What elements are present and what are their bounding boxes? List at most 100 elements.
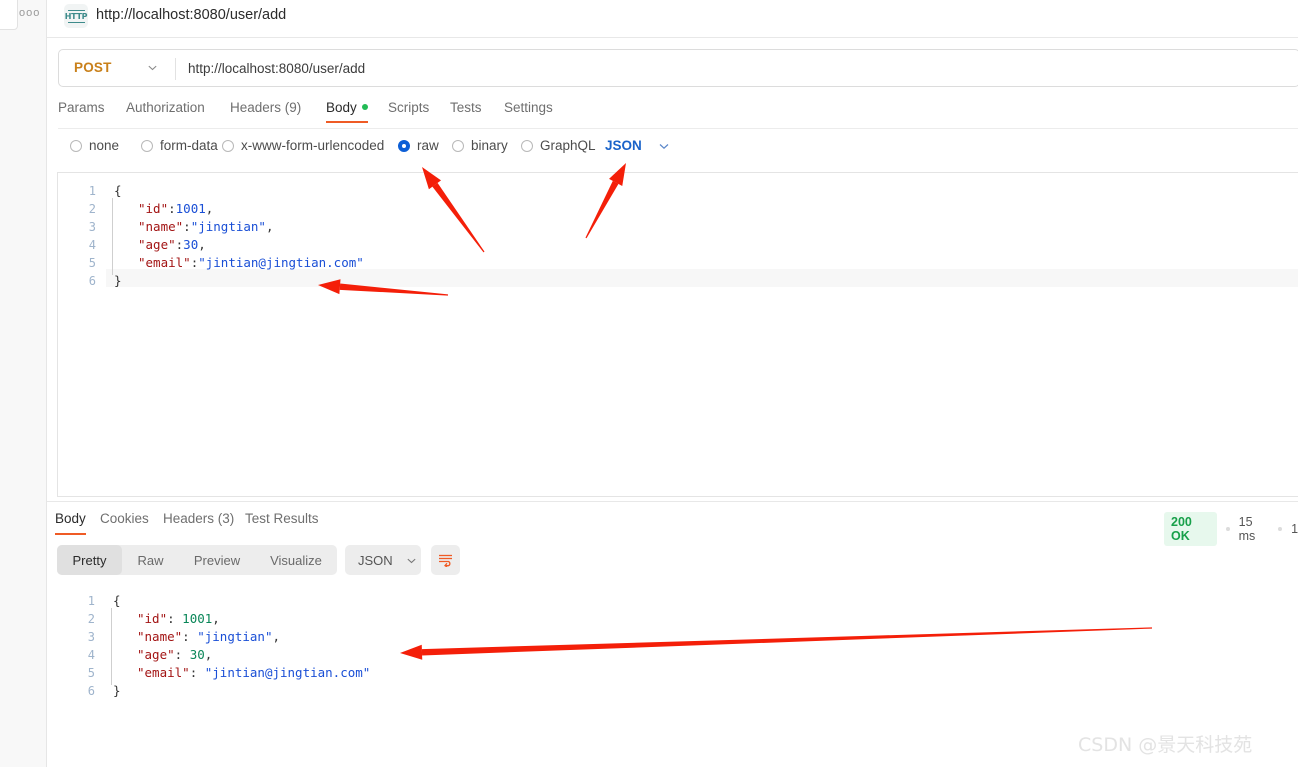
code-token: "email" bbox=[137, 665, 190, 680]
url-bar: POST http://localhost:8080/user/add bbox=[58, 49, 1298, 87]
radio-icon[interactable] bbox=[70, 139, 82, 152]
request-tab-settings[interactable]: Settings bbox=[504, 100, 553, 115]
request-body-editor[interactable]: 123456 {"id":1001, "name":"jingtian", "age… bbox=[57, 172, 1298, 497]
tab-label: Body bbox=[55, 511, 86, 526]
response-tab-cookies[interactable]: Cookies bbox=[100, 511, 149, 526]
response-tab-test-results[interactable]: Test Results bbox=[245, 511, 319, 526]
view-mode-pretty[interactable]: Pretty bbox=[57, 545, 122, 575]
code-token: , bbox=[204, 647, 213, 662]
code-line: { bbox=[113, 592, 121, 610]
body-format-selector[interactable]: JSON bbox=[605, 138, 670, 153]
tab-label: Tests bbox=[450, 100, 482, 115]
line-number: 5 bbox=[88, 256, 96, 270]
response-format-selector[interactable]: JSON bbox=[345, 545, 421, 575]
radio-icon[interactable] bbox=[521, 139, 533, 152]
header-divider bbox=[47, 37, 1298, 38]
tab-label: Headers (9) bbox=[230, 100, 302, 115]
chevron-down-icon[interactable] bbox=[147, 62, 158, 73]
code-line: "age": 30, bbox=[137, 646, 212, 664]
body-type-form-data[interactable]: form-data bbox=[141, 138, 218, 153]
code-line: "email":"jintian@jingtian.com" bbox=[138, 254, 364, 272]
code-line: } bbox=[114, 272, 122, 290]
response-divider bbox=[47, 501, 1298, 502]
request-tab-headers-9[interactable]: Headers (9) bbox=[230, 100, 301, 115]
code-token: "age" bbox=[137, 647, 175, 662]
code-token: 1001 bbox=[182, 611, 213, 626]
code-token: "jintian@jingtian.com" bbox=[204, 665, 371, 680]
body-format-label: JSON bbox=[605, 138, 642, 153]
body-type-label: form-data bbox=[160, 138, 218, 153]
code-token: "jingtian" bbox=[190, 219, 266, 234]
radio-icon[interactable] bbox=[141, 139, 153, 152]
tab-title[interactable]: http://localhost:8080/user/add bbox=[96, 7, 286, 23]
response-tab-body[interactable]: Body bbox=[55, 511, 86, 535]
request-tab-params[interactable]: Params bbox=[58, 100, 105, 115]
code-token: 30 bbox=[183, 237, 199, 252]
code-line: } bbox=[113, 682, 121, 700]
body-type-graphql[interactable]: GraphQL bbox=[521, 138, 596, 153]
body-type-raw[interactable]: raw bbox=[398, 138, 439, 153]
tab-label: Body bbox=[326, 100, 357, 115]
radio-icon[interactable] bbox=[452, 139, 464, 152]
request-tab-scripts[interactable]: Scripts bbox=[388, 100, 429, 115]
line-number: 4 bbox=[88, 238, 96, 252]
chevron-down-icon bbox=[659, 143, 669, 149]
active-tab-underline bbox=[55, 533, 86, 535]
code-token: "name" bbox=[137, 629, 183, 644]
method-selector[interactable]: POST bbox=[74, 60, 112, 75]
wrap-lines-button[interactable] bbox=[431, 545, 460, 575]
code-token: , bbox=[265, 219, 274, 234]
code-token: 1001 bbox=[175, 201, 206, 216]
tab-label: Params bbox=[58, 100, 105, 115]
body-type-none[interactable]: none bbox=[70, 138, 119, 153]
request-tab-header: HTTP http://localhost:8080/user/add bbox=[47, 0, 1298, 38]
body-type-label: none bbox=[89, 138, 120, 153]
view-mode-visualize[interactable]: Visualize bbox=[255, 545, 337, 575]
code-token: , bbox=[205, 201, 214, 216]
body-type-x-www-form-urlencoded[interactable]: x-www-form-urlencoded bbox=[222, 138, 384, 153]
status-separator-dot-2 bbox=[1278, 527, 1283, 531]
line-number: 1 bbox=[87, 594, 95, 608]
code-token: , bbox=[272, 629, 281, 644]
code-token: , bbox=[212, 611, 220, 626]
line-number: 2 bbox=[88, 202, 96, 216]
body-type-label: binary bbox=[471, 138, 508, 153]
code-token: : bbox=[167, 611, 183, 626]
code-token: "name" bbox=[138, 219, 184, 234]
radio-icon[interactable] bbox=[222, 139, 234, 152]
view-mode-preview[interactable]: Preview bbox=[179, 545, 255, 575]
code-fold-line bbox=[111, 608, 112, 685]
line-number: 3 bbox=[88, 220, 96, 234]
code-line: "name": "jingtian", bbox=[137, 628, 280, 646]
left-sidebar: ooo bbox=[0, 0, 47, 767]
radio-icon[interactable] bbox=[398, 139, 410, 152]
postman-window: ooo HTTP http://localhost:8080/user/add … bbox=[0, 0, 1298, 767]
code-token: : bbox=[182, 629, 198, 644]
tab-label: Authorization bbox=[126, 100, 205, 115]
body-type-label: GraphQL bbox=[540, 138, 596, 153]
request-tab-body[interactable]: Body bbox=[326, 100, 368, 123]
tab-label: Headers (3) bbox=[163, 511, 235, 526]
code-token: : bbox=[174, 647, 190, 662]
wrap-lines-icon bbox=[439, 554, 452, 567]
response-status: 200 OK 15 ms 1 bbox=[1164, 512, 1298, 546]
response-time: 15 ms bbox=[1238, 515, 1256, 543]
request-tab-authorization[interactable]: Authorization bbox=[126, 100, 205, 115]
more-options-icon[interactable]: ooo bbox=[19, 7, 40, 19]
code-line: "id": 1001, bbox=[137, 610, 220, 628]
tab-label: Cookies bbox=[100, 511, 149, 526]
code-token: "id" bbox=[138, 201, 169, 216]
request-tab-tests[interactable]: Tests bbox=[450, 100, 482, 115]
line-number: 5 bbox=[87, 666, 95, 680]
tab-label: Settings bbox=[504, 100, 553, 115]
code-token: } bbox=[114, 273, 122, 288]
view-mode-raw[interactable]: Raw bbox=[122, 545, 179, 575]
url-input[interactable]: http://localhost:8080/user/add bbox=[188, 61, 365, 76]
code-token: "id" bbox=[137, 611, 168, 626]
line-number: 2 bbox=[87, 612, 95, 626]
http-icon: HTTP bbox=[64, 4, 88, 28]
response-tab-headers-3[interactable]: Headers (3) bbox=[163, 511, 234, 526]
code-token: : bbox=[183, 219, 191, 234]
body-type-binary[interactable]: binary bbox=[452, 138, 508, 153]
response-gutter: 1 2 3 4 5 6 bbox=[57, 583, 105, 767]
